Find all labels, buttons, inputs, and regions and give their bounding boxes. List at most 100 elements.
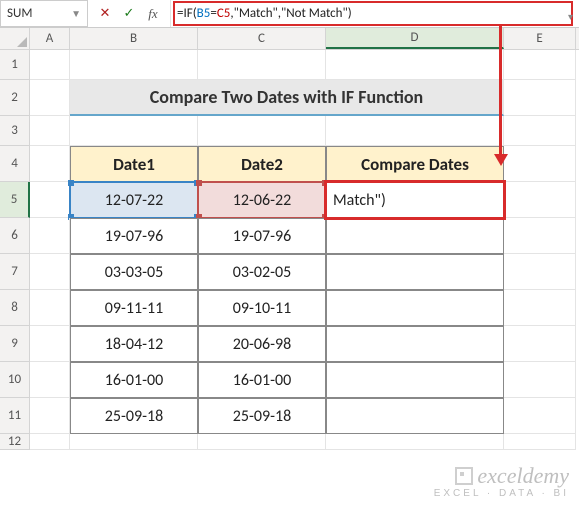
cell[interactable] xyxy=(326,398,504,434)
table-row: 11 25-09-18 25-09-18 xyxy=(0,398,579,434)
col-header-e[interactable]: E xyxy=(504,28,576,49)
cell[interactable] xyxy=(30,116,70,146)
col-header-a[interactable]: A xyxy=(30,28,70,49)
row-header[interactable]: 3 xyxy=(0,116,30,146)
cell[interactable] xyxy=(30,182,70,218)
row-header[interactable]: 12 xyxy=(0,434,30,450)
row-header[interactable]: 2 xyxy=(0,80,30,116)
cell[interactable] xyxy=(504,434,576,450)
cell[interactable] xyxy=(70,434,198,450)
row-header[interactable]: 4 xyxy=(0,146,30,182)
cell[interactable] xyxy=(504,398,576,434)
cell[interactable]: 19-07-96 xyxy=(198,218,326,254)
cell[interactable] xyxy=(30,326,70,362)
cell[interactable] xyxy=(504,218,576,254)
cell[interactable] xyxy=(30,290,70,326)
cell[interactable] xyxy=(504,116,576,146)
cell[interactable]: 16-01-00 xyxy=(70,362,198,398)
cell[interactable]: 03-03-05 xyxy=(70,254,198,290)
row-header[interactable]: 10 xyxy=(0,362,30,398)
title-cell[interactable]: Compare Two Dates with IF Function xyxy=(70,80,504,116)
cell[interactable]: 16-01-00 xyxy=(198,362,326,398)
cell[interactable]: 19-07-96 xyxy=(70,218,198,254)
row-header[interactable]: 7 xyxy=(0,254,30,290)
row-header[interactable]: 11 xyxy=(0,398,30,434)
cell[interactable] xyxy=(326,326,504,362)
row-header[interactable]: 1 xyxy=(0,50,30,80)
row-header[interactable]: 9 xyxy=(0,326,30,362)
cell[interactable] xyxy=(504,326,576,362)
cell[interactable] xyxy=(30,398,70,434)
cell[interactable]: 18-04-12 xyxy=(70,326,198,362)
cell[interactable] xyxy=(504,254,576,290)
table-row: 12 xyxy=(0,434,579,450)
cell[interactable] xyxy=(504,182,576,218)
cell[interactable] xyxy=(30,50,70,80)
cell[interactable] xyxy=(70,116,198,146)
enter-icon[interactable]: ✓ xyxy=(118,3,140,25)
cell[interactable] xyxy=(30,218,70,254)
cell[interactable] xyxy=(326,362,504,398)
cell[interactable] xyxy=(326,50,504,80)
name-box[interactable]: SUM ▼ xyxy=(0,0,88,27)
table-row: 5 12-07-22 12-06-22 Match") xyxy=(0,182,579,218)
cell[interactable] xyxy=(198,50,326,80)
table-row: 1 xyxy=(0,50,579,80)
name-box-value: SUM xyxy=(7,6,32,21)
col-header-d[interactable]: D xyxy=(326,28,504,49)
cancel-icon[interactable]: ✕ xyxy=(94,3,116,25)
cell[interactable]: 09-11-11 xyxy=(70,290,198,326)
header-date1[interactable]: Date1 xyxy=(70,146,198,182)
table-row: 3 xyxy=(0,116,579,146)
cell[interactable]: 20-06-98 xyxy=(198,326,326,362)
grid: 1 2 Compare Two Dates with IF Function 3… xyxy=(0,50,579,450)
expand-formula-bar-icon[interactable]: ▾ xyxy=(568,10,573,23)
table-row: 7 03-03-05 03-02-05 xyxy=(0,254,579,290)
cell[interactable] xyxy=(30,254,70,290)
col-header-b[interactable]: B xyxy=(70,28,198,49)
cell[interactable] xyxy=(504,290,576,326)
fx-icon[interactable]: fx xyxy=(142,3,164,25)
cell[interactable] xyxy=(198,434,326,450)
formula-text: =IF(B5=C5,"Match","Not Match") xyxy=(177,6,352,21)
name-box-dropdown-icon[interactable]: ▼ xyxy=(71,7,81,20)
formula-bar-buttons: ✕ ✓ fx xyxy=(88,0,171,27)
callout-arrow-icon xyxy=(494,154,508,166)
cell[interactable] xyxy=(198,116,326,146)
cell[interactable] xyxy=(30,434,70,450)
cell[interactable] xyxy=(504,146,576,182)
cell[interactable] xyxy=(30,80,70,116)
cell[interactable] xyxy=(30,146,70,182)
cell[interactable]: 09-10-11 xyxy=(198,290,326,326)
formula-input[interactable]: =IF(B5=C5,"Match","Not Match") ▾ xyxy=(171,0,579,27)
column-headers: A B C D E xyxy=(0,28,579,50)
cell[interactable]: 25-09-18 xyxy=(70,398,198,434)
cell[interactable] xyxy=(326,116,504,146)
row-header[interactable]: 8 xyxy=(0,290,30,326)
col-header-c[interactable]: C xyxy=(198,28,326,49)
watermark-icon xyxy=(455,467,473,485)
cell[interactable] xyxy=(326,434,504,450)
table-row: 4 Date1 Date2 Compare Dates xyxy=(0,146,579,182)
table-row: 9 18-04-12 20-06-98 xyxy=(0,326,579,362)
cell[interactable]: 25-09-18 xyxy=(198,398,326,434)
cell-b5-ref[interactable]: 12-07-22 xyxy=(70,182,198,218)
cell[interactable] xyxy=(326,254,504,290)
sheet-area: A B C D E 1 2 Compare Two Dates with IF … xyxy=(0,28,579,450)
active-cell-d5[interactable]: Match") xyxy=(326,182,504,218)
table-row: 8 09-11-11 09-10-11 xyxy=(0,290,579,326)
cell[interactable] xyxy=(30,362,70,398)
cell[interactable] xyxy=(326,218,504,254)
cell[interactable]: 03-02-05 xyxy=(198,254,326,290)
cell[interactable] xyxy=(504,50,576,80)
cell[interactable] xyxy=(504,80,576,116)
cell[interactable] xyxy=(504,362,576,398)
cell-c5-ref[interactable]: 12-06-22 xyxy=(198,182,326,218)
header-compare[interactable]: Compare Dates xyxy=(326,146,504,182)
cell[interactable] xyxy=(70,50,198,80)
header-date2[interactable]: Date2 xyxy=(198,146,326,182)
row-header[interactable]: 5 xyxy=(0,182,30,218)
row-header[interactable]: 6 xyxy=(0,218,30,254)
cell[interactable] xyxy=(326,290,504,326)
select-all-corner[interactable] xyxy=(0,28,30,49)
